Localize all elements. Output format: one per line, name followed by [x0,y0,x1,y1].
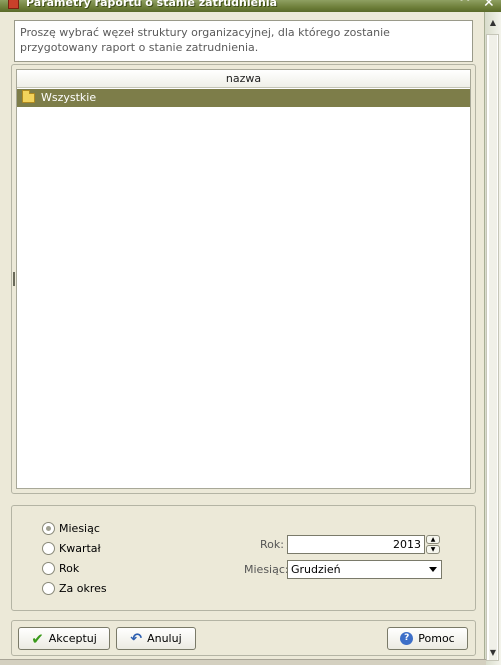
folder-icon [22,90,35,103]
year-label: Rok: [260,538,284,551]
window-title: Parametry raportu o stanie zatrudnienia [26,0,278,9]
scroll-up-icon[interactable]: ▲ [487,14,499,32]
cancel-button[interactable]: ↶ Anuluj [116,627,196,650]
month-label: Miesiąc: [244,563,289,576]
cancel-button-label: Anuluj [147,632,182,645]
chevron-down-icon[interactable] [429,567,437,572]
radio-checked-icon[interactable] [42,521,55,535]
scrollbar-thumb[interactable] [489,35,497,660]
window-frame-bottom [0,659,486,665]
radio-kwartal[interactable]: Kwartał [42,541,101,555]
spin-up-icon[interactable]: ▲ [426,535,440,544]
splitter-handle[interactable] [13,272,15,286]
radio-unchecked-icon[interactable] [42,581,55,595]
checkmark-icon: ✔ [31,629,44,648]
radio-rok[interactable]: Rok [42,561,79,575]
radio-label: Miesiąc [59,521,100,535]
help-icon: ? [400,632,414,645]
radio-label: Rok [59,561,80,575]
vertical-scrollbar[interactable] [486,34,499,661]
info-message: Proszę wybrać węzeł struktury organizacy… [14,20,473,62]
accept-button[interactable]: ✔ Akceptuj [18,627,110,650]
month-select[interactable]: Grudzień [287,560,442,579]
radio-unchecked-icon[interactable] [42,541,55,555]
scroll-down-icon[interactable]: ▼ [487,646,499,660]
radio-label: Za okres [59,581,107,595]
month-select-value: Grudzień [291,563,341,576]
tree-row-wszystkie[interactable]: Wszystkie [17,89,470,107]
undo-icon: ↶ [130,630,143,647]
app-icon [8,0,19,9]
title-bar: Parametry raportu o stanie zatrudnienia … [0,0,501,12]
close-icon[interactable]: ✕ [483,0,495,11]
radio-miesiac[interactable]: Miesiąc [42,521,100,535]
radio-label: Kwartał [59,541,101,555]
accept-button-label: Akceptuj [48,632,97,645]
year-spinner-input[interactable]: 2013 [287,535,425,554]
radio-za-okres[interactable]: Za okres [42,581,107,595]
help-button-label: Pomoc [418,632,455,645]
org-structure-tree: nazwa Wszystkie [16,69,471,489]
year-spinner-buttons[interactable]: ▲ ▼ [426,535,442,554]
collapse-icon[interactable]: ^ [459,0,471,11]
radio-unchecked-icon[interactable] [42,561,55,575]
column-header-nazwa[interactable]: nazwa [17,70,470,88]
tree-row-label: Wszystkie [41,91,97,104]
help-button[interactable]: ? Pomoc [387,627,468,650]
spin-down-icon[interactable]: ▼ [426,545,440,554]
